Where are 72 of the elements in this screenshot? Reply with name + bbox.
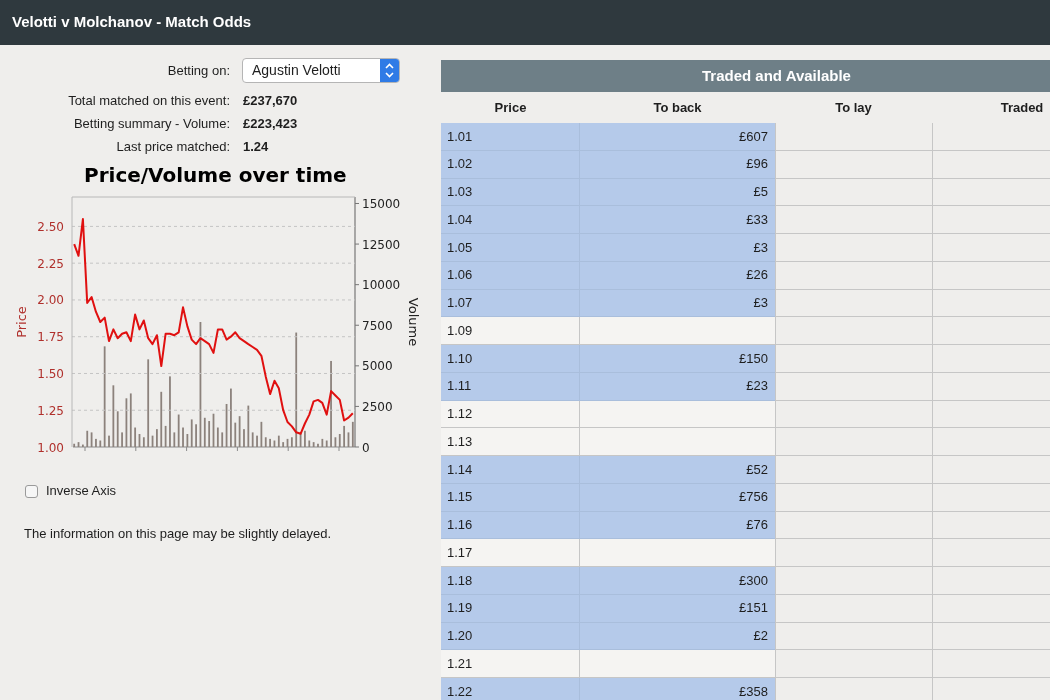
y-axis-tick-label: 12500 (362, 237, 401, 252)
y-axis-tick-label: 15000 (362, 197, 401, 211)
table-cell: 1.19 (441, 594, 580, 623)
table-cell: £26 (580, 261, 775, 290)
table-cell: £23 (580, 372, 775, 401)
table-cell: 1.14 (441, 456, 580, 484)
y-axis-tick-label: 1.50 (37, 366, 64, 381)
table-cell: £52 (580, 456, 775, 484)
field-label: Betting on: (166, 61, 230, 80)
table-cell: 1.05 (441, 234, 580, 262)
table-cell: 1.06 (441, 261, 580, 290)
y-axis-tick-label: 2.00 (37, 293, 64, 308)
table-cell: 1.21 (441, 650, 580, 678)
table-cell: 1.18 (441, 567, 580, 595)
delay-notice: The information on this page may be slightly delayed. (24, 525, 333, 543)
table-cell: £33 (580, 206, 775, 234)
y-axis-tick-label: 1.25 (37, 403, 64, 418)
table-cell: £5 (580, 178, 775, 207)
column-header: Price (493, 98, 528, 117)
table-cell: 1.02 (441, 150, 580, 179)
y-axis-tick-label: 2500 (362, 399, 393, 414)
table-cell: 1.07 (441, 289, 580, 318)
window-title: Velotti v Molchanov - Match Odds (12, 12, 252, 33)
table-cell: £76 (580, 511, 775, 540)
runner-select[interactable]: Agustin Velotti (242, 58, 400, 83)
stepper-icon (380, 59, 399, 82)
column-header: Traded (999, 98, 1045, 117)
axis-title: Price (14, 306, 29, 338)
table-cell: 1.03 (441, 178, 580, 207)
table-cell: £96 (580, 150, 775, 179)
y-axis-tick-label: 1.00 (37, 440, 64, 455)
table-cell: 1.10 (441, 345, 580, 373)
table-cell: 1.12 (441, 400, 580, 429)
summary-value: £237,670 (243, 92, 299, 110)
table-cell: £756 (580, 483, 775, 512)
y-axis-tick-label: 5000 (362, 359, 393, 374)
y-axis-tick-label: 0 (362, 440, 370, 455)
table-cell: £3 (580, 234, 775, 262)
table-cell: 1.13 (441, 428, 580, 456)
checkbox[interactable] (25, 484, 38, 498)
table-cell: 1.09 (441, 317, 580, 345)
summary-label: Total matched on this event: (67, 92, 230, 110)
summary-label: Last price matched: (115, 138, 230, 156)
table-cell: £150 (580, 345, 775, 373)
table-cell: 1.20 (441, 622, 580, 651)
table-cell: 1.22 (441, 678, 580, 700)
table-cell: £607 (580, 123, 775, 151)
column-header: To back (652, 98, 703, 117)
table-cell: 1.11 (441, 372, 580, 401)
y-axis-tick-label: 7500 (362, 318, 393, 333)
axis-title: Volume (406, 297, 421, 347)
summary-label: Betting summary - Volume: (72, 115, 230, 133)
summary-value: 1.24 (243, 138, 270, 156)
table-cell: 1.01 (441, 123, 580, 151)
table-cell: 1.15 (441, 483, 580, 512)
table-cell: £300 (580, 567, 775, 595)
table-cell: £358 (580, 678, 775, 700)
table-cell: 1.16 (441, 511, 580, 540)
table-cell: £2 (580, 622, 775, 651)
table-cell: 1.04 (441, 206, 580, 234)
table-title: Traded and Available (441, 60, 1050, 92)
y-axis-tick-label: 2.25 (37, 256, 64, 271)
table-cell: 1.17 (441, 539, 580, 567)
y-axis-tick-label: 10000 (362, 278, 401, 293)
summary-value: £223,423 (243, 115, 299, 133)
table-cell: £3 (580, 289, 775, 318)
chart-title: Price/Volume over time (84, 162, 347, 189)
table-cell: £151 (580, 594, 775, 623)
y-axis-tick-label: 2.50 (37, 219, 64, 234)
column-header: To lay (834, 98, 873, 117)
y-axis-tick-label: 1.75 (37, 330, 64, 345)
checkbox-label: Inverse Axis (46, 483, 117, 499)
